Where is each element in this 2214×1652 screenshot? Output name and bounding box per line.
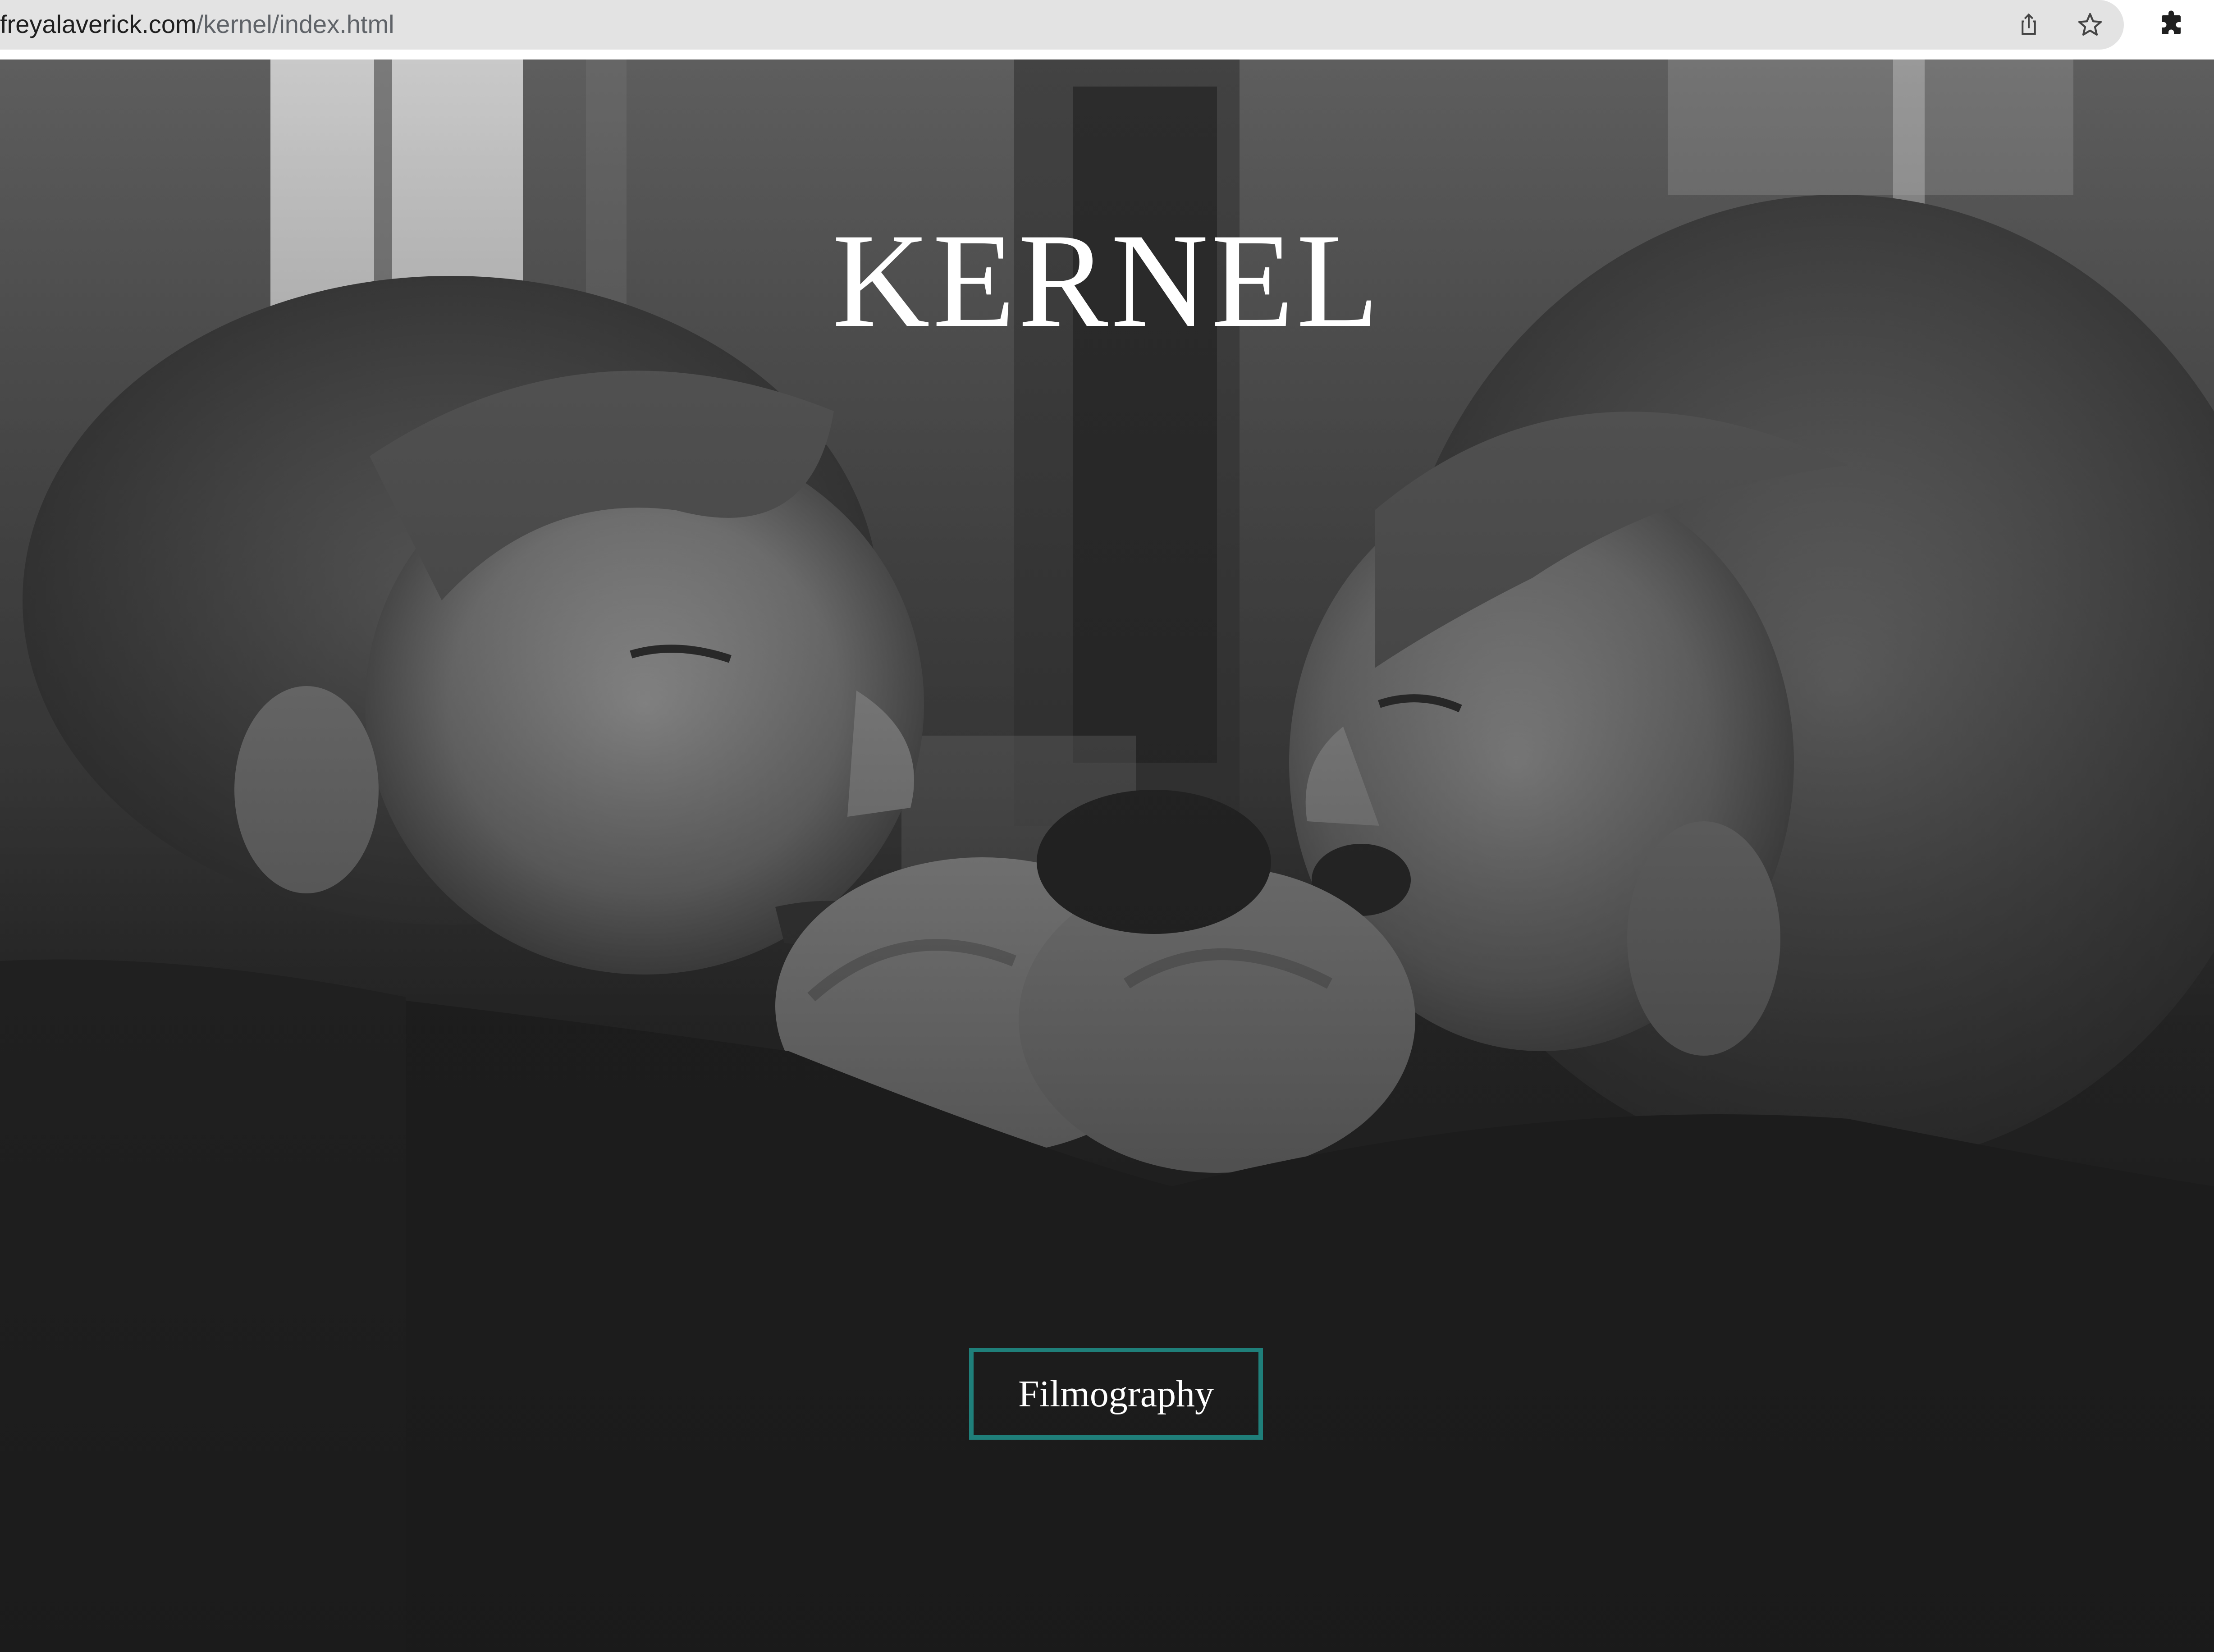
share-button[interactable] (2012, 8, 2045, 41)
url-path: /kernel/index.html (196, 10, 394, 38)
extensions-button[interactable] (2152, 5, 2191, 44)
filmography-button[interactable]: Filmography (969, 1348, 1263, 1440)
url-domain: freyalaverick.com (0, 10, 197, 38)
page-title: KERNEL (832, 206, 1382, 355)
bookmark-button[interactable] (2073, 8, 2107, 41)
share-icon (2022, 13, 2036, 35)
puzzle-piece-icon (2162, 10, 2181, 34)
address-bar[interactable]: freyalaverick.com/kernel/index.html (0, 0, 2124, 50)
browser-toolbar: freyalaverick.com/kernel/index.html (0, 0, 2214, 59)
star-icon (2078, 13, 2102, 36)
hero-section: KERNEL Filmography (0, 59, 2214, 1652)
browser-window: freyalaverick.com/kernel/index.html KERN… (0, 0, 2214, 1652)
address-bar-url[interactable]: freyalaverick.com/kernel/index.html (0, 6, 394, 42)
